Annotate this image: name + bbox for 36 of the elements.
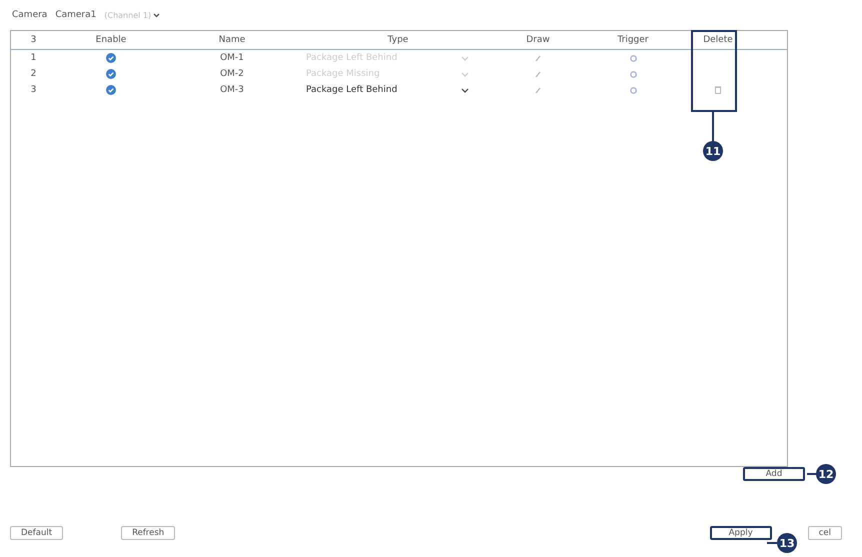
table-cell-text: OM-2 xyxy=(219,69,245,79)
trash-icon[interactable] xyxy=(715,86,721,94)
caret-icon xyxy=(461,56,469,60)
pencil-icon[interactable] xyxy=(535,86,541,94)
callout-badge: 13 xyxy=(777,533,797,553)
table-cell-text: OM-3 xyxy=(219,85,245,95)
leader-line xyxy=(712,110,714,142)
camera-value: Camera1 xyxy=(55,10,96,20)
caret-icon xyxy=(153,12,160,18)
apply-button[interactable]: Apply xyxy=(710,526,772,540)
type-dropdown[interactable]: Package Left Behind xyxy=(306,85,431,95)
check-icon[interactable] xyxy=(106,53,116,63)
callout-badge: 11 xyxy=(703,141,723,161)
camera-label: Camera xyxy=(12,10,48,20)
check-icon[interactable] xyxy=(106,85,116,95)
cancel-button[interactable]: cel xyxy=(808,526,842,540)
check-icon[interactable] xyxy=(106,69,116,79)
pencil-icon[interactable] xyxy=(535,54,541,62)
caret-icon xyxy=(461,72,469,76)
table-cell-text: OM-1 xyxy=(219,53,245,63)
action-button[interactable]: Refresh xyxy=(121,526,176,540)
table-cell-text: 2 xyxy=(30,69,38,79)
column-header: Name xyxy=(218,35,246,45)
column-header: 3 xyxy=(30,35,38,45)
column-header: Type xyxy=(386,35,410,45)
table-cell-text: 1 xyxy=(30,53,38,63)
pencil-icon[interactable] xyxy=(535,70,541,78)
callout-badge: 12 xyxy=(816,464,836,484)
column-header: Trigger xyxy=(616,35,650,45)
column-header: Draw xyxy=(525,35,551,45)
table-cell-text: 3 xyxy=(30,85,38,95)
add-button[interactable]: Add xyxy=(743,467,805,481)
column-header: Enable xyxy=(94,35,128,45)
caret-icon xyxy=(461,88,469,92)
column-header: Delete xyxy=(702,35,734,45)
action-button[interactable]: Default xyxy=(10,526,64,540)
